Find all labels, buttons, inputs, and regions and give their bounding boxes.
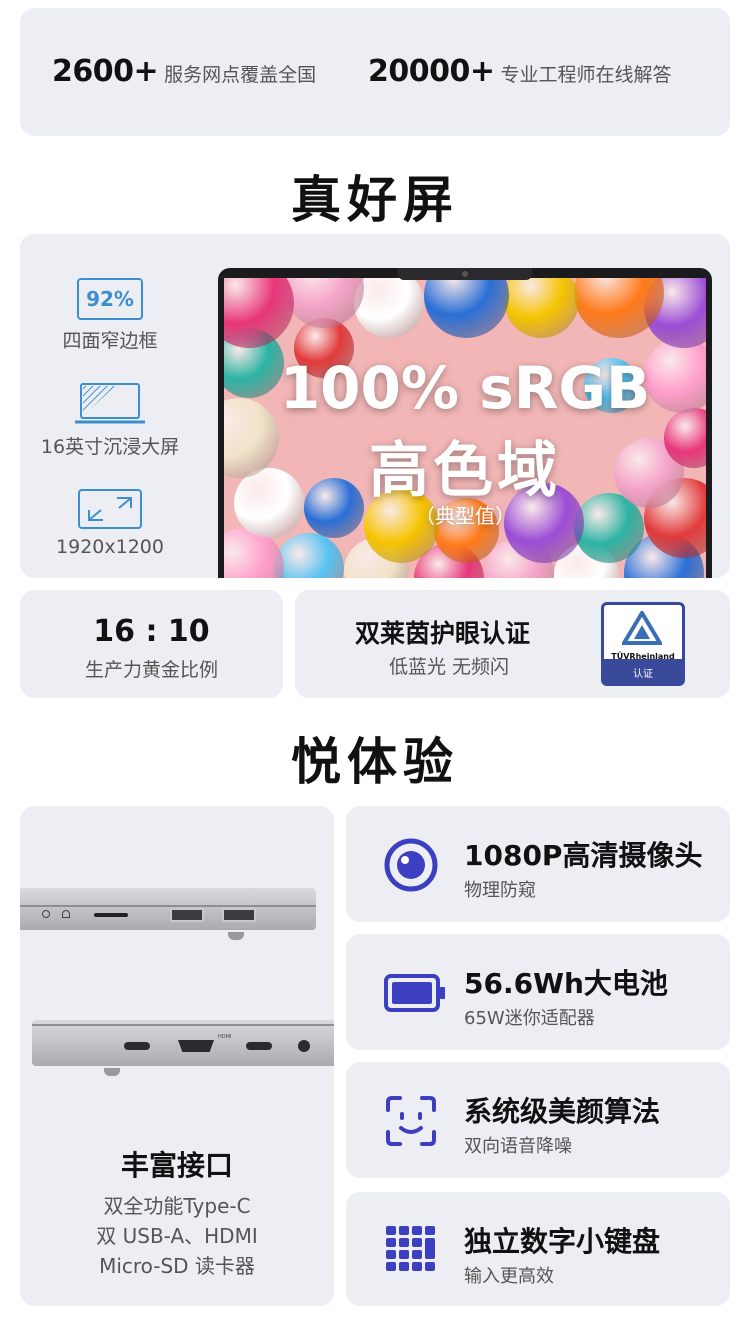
ports-line-3: Micro-SD 读卡器 — [99, 1254, 255, 1278]
decorative-ball — [274, 533, 344, 578]
srgb-headline: 100% sRGB — [279, 354, 651, 422]
numpad-card: 独立数字小键盘 输入更高效 — [346, 1192, 730, 1306]
screen-bezel-icon: 92% — [77, 278, 143, 320]
feature-bezel-label: 四面窄边框 — [62, 330, 158, 352]
tuv-certified: 认证 — [633, 669, 653, 680]
battery-card: 56.6Wh大电池 65W迷你适配器 — [346, 934, 730, 1050]
decorative-ball — [284, 278, 364, 328]
tuv-badge: TÜVRheinland 认证 — [601, 602, 685, 686]
notch-camera-icon — [462, 271, 468, 277]
ports-line-2: 双 USB-A、HDMI — [96, 1224, 258, 1248]
battery-title: 56.6Wh大电池 — [464, 967, 668, 1000]
eye-care-title: 双莱茵护眼认证 — [355, 619, 531, 648]
usb-a-port-1 — [170, 908, 204, 922]
laptop-display: 100% sRGB 高色域 （典型值） — [218, 268, 712, 578]
stats-card: 2600+ 服务网点覆盖全国 20000+ 专业工程师在线解答 — [20, 8, 730, 136]
type-c-port-2 — [246, 1042, 272, 1050]
decorative-ball — [354, 278, 424, 338]
stat-engineers-text: 专业工程师在线解答 — [500, 64, 672, 86]
stat-engineers-number: 20000+ — [368, 54, 495, 89]
ports-line-1: 双全功能Type-C — [103, 1194, 251, 1218]
beauty-title: 系统级美颜算法 — [464, 1095, 661, 1128]
feature-bezel: 92% 四面窄边框 — [20, 278, 200, 353]
large-screen-icon — [75, 382, 145, 426]
stat-engineers: 20000+ 专业工程师在线解答 — [368, 54, 672, 89]
hdmi-port — [178, 1040, 214, 1052]
audio-jack — [298, 1040, 310, 1052]
eye-care-card: 双莱茵护眼认证 低蓝光 无频闪 TÜVRheinland 认证 — [295, 590, 730, 698]
display-notch — [398, 268, 532, 280]
display-image: 100% sRGB 高色域 （典型值） — [224, 278, 706, 578]
beauty-sub: 双向语音降噪 — [464, 1136, 572, 1157]
stat-service-number: 2600+ — [52, 54, 159, 89]
tuv-triangle-icon — [622, 611, 662, 645]
battery-icon — [384, 966, 446, 1020]
laptop-foot-2 — [104, 1068, 120, 1076]
type-c-port-1 — [124, 1042, 150, 1050]
webcam-sub: 物理防窥 — [464, 880, 536, 901]
feature-resolution: 1920x1200 — [20, 488, 200, 558]
beauty-card: 系统级美颜算法 双向语音降噪 — [346, 1062, 730, 1178]
color-gamut-headline: 高色域 — [369, 436, 561, 506]
eye-care-sub: 低蓝光 无频闪 — [389, 656, 510, 678]
feature-large-screen-label: 16英寸沉浸大屏 — [40, 436, 180, 458]
feature-resolution-label: 1920x1200 — [56, 536, 164, 558]
ports-card: HDMI 丰富接口 双全功能Type-C 双 USB-A、HDMI Micro-… — [20, 806, 334, 1306]
webcam-icon — [384, 838, 438, 892]
face-scan-icon — [384, 1094, 438, 1148]
power-icon — [42, 910, 50, 918]
ratio-title: 16 : 10 — [93, 614, 210, 649]
section-title-experience: 悦体验 — [291, 733, 459, 791]
resolution-expand-icon — [77, 488, 143, 530]
ratio-sub: 生产力黄金比例 — [84, 659, 218, 681]
section-title-screen: 真好屏 — [291, 171, 459, 229]
feature-large-screen: 16英寸沉浸大屏 — [20, 382, 200, 459]
hdmi-port-label: HDMI — [218, 1034, 232, 1040]
decorative-ball — [224, 278, 294, 348]
webcam-card: 1080P高清摄像头 物理防窥 — [346, 806, 730, 922]
decorative-ball — [424, 278, 509, 338]
stat-service: 2600+ 服务网点覆盖全国 — [52, 54, 316, 89]
numpad-icon — [384, 1224, 438, 1278]
laptop-right-side: HDMI — [32, 1020, 334, 1066]
ports-title: 丰富接口 — [120, 1149, 233, 1182]
laptop-foot-1 — [228, 932, 244, 940]
decorative-ball — [504, 278, 579, 338]
headphone-icon — [62, 910, 70, 918]
typical-value-note: （典型值） — [415, 504, 515, 528]
ratio-card: 16 : 10 生产力黄金比例 — [20, 590, 283, 698]
usb-a-port-2 — [222, 908, 256, 922]
webcam-title: 1080P高清摄像头 — [464, 839, 703, 872]
numpad-title: 独立数字小键盘 — [464, 1225, 661, 1258]
numpad-sub: 输入更高效 — [464, 1266, 554, 1287]
sd-slot — [94, 913, 128, 917]
stat-service-text: 服务网点覆盖全国 — [164, 64, 317, 86]
bezel-badge: 92% — [86, 287, 134, 311]
battery-sub: 65W迷你适配器 — [464, 1008, 595, 1029]
laptop-left-side — [20, 888, 316, 930]
tuv-brand: TÜVRheinland — [611, 652, 675, 661]
